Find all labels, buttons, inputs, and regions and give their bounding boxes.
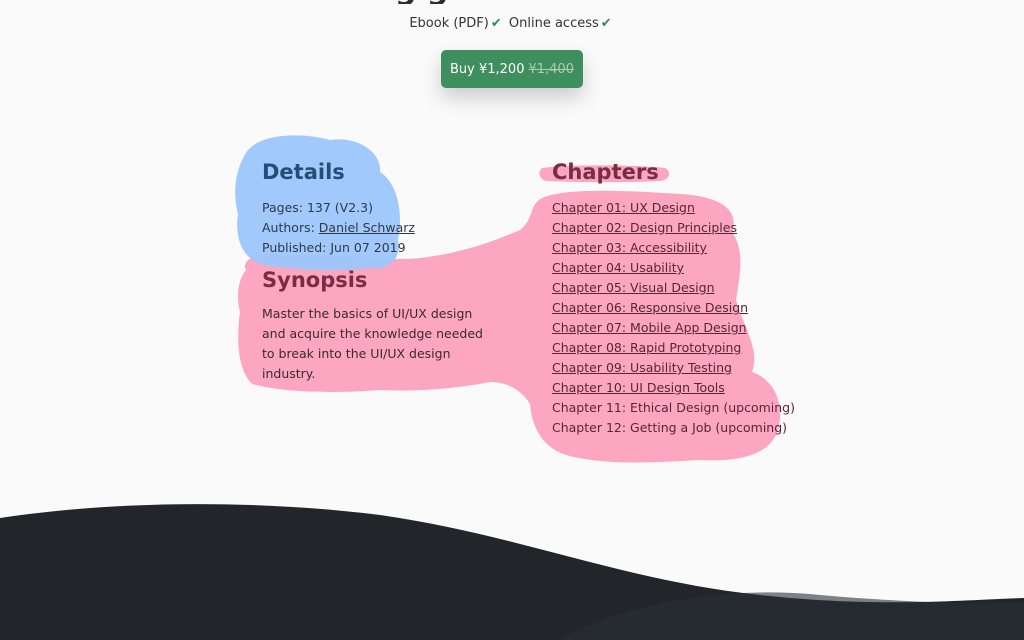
chapter-link[interactable]: Chapter 06: Responsive Design	[552, 300, 748, 315]
buy-button[interactable]: Buy ¥1,200 ¥1,400	[441, 50, 583, 88]
chapter-link[interactable]: Chapter 08: Rapid Prototyping	[552, 340, 741, 355]
chapter-link[interactable]: Chapter 01: UX Design	[552, 200, 695, 215]
format-ebook: Ebook (PDF)	[409, 16, 489, 31]
details-published: Published: Jun 07 2019	[262, 240, 406, 255]
details-pages: Pages: 137 (V2.3)	[262, 200, 373, 215]
chapter-link[interactable]: Chapter 04: Usability	[552, 260, 684, 275]
chapter-upcoming: Chapter 12: Getting a Job (upcoming)	[552, 420, 788, 435]
buy-label: Buy ¥1,200	[450, 61, 525, 77]
details-heading: Details	[262, 160, 345, 184]
page-title: g g	[395, 0, 448, 4]
details-authors: Authors: Daniel Schwarz	[262, 220, 415, 235]
format-online: Online access	[508, 16, 599, 31]
chapter-link[interactable]: Chapter 07: Mobile App Design	[552, 320, 747, 335]
author-link[interactable]: Daniel Schwarz	[319, 220, 415, 235]
chapter-link[interactable]: Chapter 10: UI Design Tools	[552, 380, 725, 395]
chapter-link[interactable]: Chapter 09: Usability Testing	[552, 360, 732, 375]
chapter-upcoming: Chapter 11: Ethical Design (upcoming)	[552, 400, 795, 415]
old-price: ¥1,400	[528, 61, 574, 77]
chapter-link[interactable]: Chapter 02: Design Principles	[552, 220, 737, 235]
authors-label: Authors:	[262, 220, 315, 235]
chapter-link[interactable]: Chapter 03: Accessibility	[552, 240, 707, 255]
synopsis-heading: Synopsis	[262, 268, 368, 292]
chapter-link[interactable]: Chapter 05: Visual Design	[552, 280, 715, 295]
check-icon: ✔	[490, 16, 502, 31]
synopsis-text: Master the basics of UI/UX design and ac…	[262, 306, 483, 381]
page-title-fragment: g g	[395, 0, 505, 4]
format-list: Ebook (PDF) ✔ Online access ✔	[0, 16, 1024, 31]
footer-wave	[0, 504, 1024, 640]
chapters-heading: Chapters	[552, 160, 659, 184]
check-icon: ✔	[600, 16, 612, 31]
